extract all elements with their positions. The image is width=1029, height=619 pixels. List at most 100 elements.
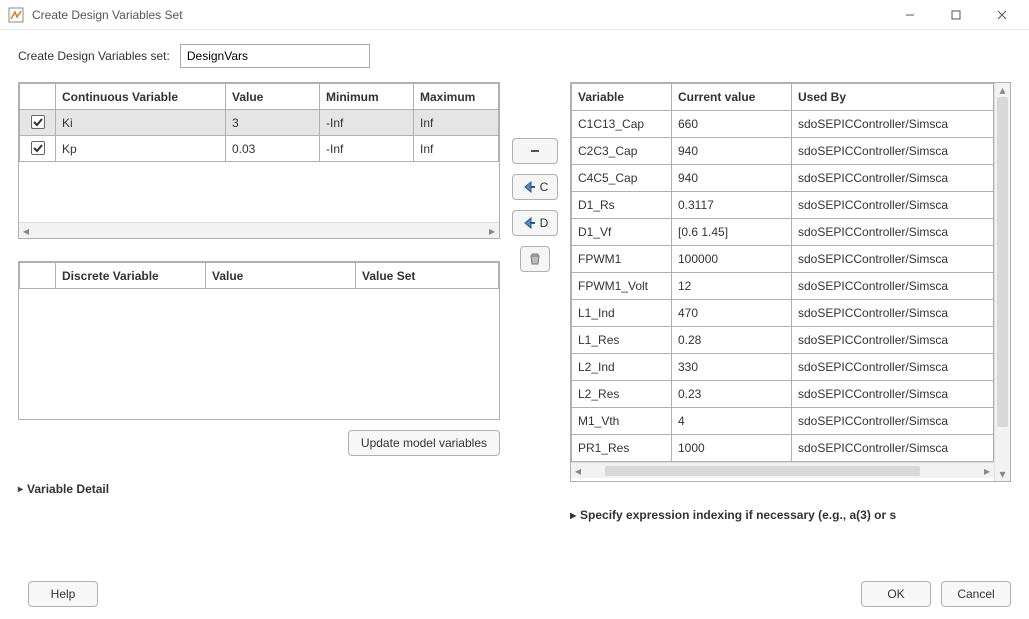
table-cell-name[interactable]: Kp — [56, 136, 226, 162]
col-check — [20, 84, 56, 110]
cont-hscroll[interactable]: ◂ ▸ — [19, 222, 499, 238]
col-continuous-variable: Continuous Variable — [56, 84, 226, 110]
table-cell-variable[interactable]: FPWM1_Volt — [572, 273, 672, 300]
table-cell-max[interactable]: Inf — [414, 136, 499, 162]
chevron-right-icon: ▸ — [18, 484, 23, 495]
chevron-right-icon[interactable]: ▸ — [485, 224, 499, 238]
table-cell-min[interactable]: -Inf — [320, 110, 414, 136]
add-continuous-button[interactable]: C — [512, 174, 558, 200]
add-discrete-button[interactable]: D — [512, 210, 558, 236]
table-cell-variable[interactable]: L1_Ind — [572, 300, 672, 327]
table-cell-min[interactable]: -Inf — [320, 136, 414, 162]
table-row[interactable]: L2_Ind 330 sdoSEPICController/Simsca — [572, 354, 994, 381]
table-cell-current-value[interactable]: 12 — [672, 273, 792, 300]
table-cell-current-value[interactable]: 4 — [672, 408, 792, 435]
table-row[interactable]: L1_Ind 470 sdoSEPICController/Simsca — [572, 300, 994, 327]
chevron-down-icon[interactable]: ▾ — [995, 467, 1010, 481]
table-row[interactable]: FPWM1_Volt 12 sdoSEPICController/Simsca — [572, 273, 994, 300]
update-model-variables-button[interactable]: Update model variables — [348, 430, 500, 456]
table-cell-variable[interactable]: C4C5_Cap — [572, 165, 672, 192]
table-cell-used-by[interactable]: sdoSEPICController/Simsca — [792, 219, 994, 246]
table-cell-variable[interactable]: C2C3_Cap — [572, 138, 672, 165]
col-used-by: Used By — [792, 84, 994, 111]
discrete-variable-table[interactable]: Discrete Variable Value Value Set — [18, 261, 500, 420]
table-cell-variable[interactable]: C1C13_Cap — [572, 111, 672, 138]
table-cell-variable[interactable]: L1_Res — [572, 327, 672, 354]
chevron-up-icon[interactable]: ▴ — [995, 83, 1010, 97]
table-cell-variable[interactable]: FPWM1 — [572, 246, 672, 273]
table-row[interactable]: C2C3_Cap 940 sdoSEPICController/Simsca — [572, 138, 994, 165]
table-cell-current-value[interactable]: 660 — [672, 111, 792, 138]
table-cell-variable[interactable]: L2_Ind — [572, 354, 672, 381]
table-row[interactable]: PR1_Res 1000 sdoSEPICController/Simsca — [572, 435, 994, 462]
table-row[interactable]: D1_Vf [0.6 1.45] sdoSEPICController/Sims… — [572, 219, 994, 246]
help-button[interactable]: Help — [28, 581, 98, 607]
table-cell-variable[interactable]: L2_Res — [572, 381, 672, 408]
table-cell-current-value[interactable]: [0.6 1.45] — [672, 219, 792, 246]
table-row[interactable]: L2_Res 0.23 sdoSEPICController/Simsca — [572, 381, 994, 408]
table-cell-current-value[interactable]: 470 — [672, 300, 792, 327]
table-cell-used-by[interactable]: sdoSEPICController/Simsca — [792, 273, 994, 300]
table-cell-max[interactable]: Inf — [414, 110, 499, 136]
model-variables-table[interactable]: Variable Current value Used By C1C13_Cap… — [570, 82, 1011, 482]
table-cell-used-by[interactable]: sdoSEPICController/Simsca — [792, 138, 994, 165]
variable-detail-label: Variable Detail — [27, 482, 109, 496]
table-cell-current-value[interactable]: 0.3117 — [672, 192, 792, 219]
var-hscroll[interactable]: ◂ ▸ — [571, 462, 994, 478]
add-c-label: C — [540, 180, 549, 194]
table-cell-used-by[interactable]: sdoSEPICController/Simsca — [792, 300, 994, 327]
variable-detail-expander[interactable]: ▸ Variable Detail — [18, 482, 500, 496]
continuous-variable-table[interactable]: Continuous Variable Value Minimum Maximu… — [18, 82, 500, 239]
chevron-right-icon[interactable]: ▸ — [980, 464, 994, 478]
add-d-label: D — [540, 216, 549, 230]
ok-button[interactable]: OK — [861, 581, 931, 607]
table-cell-used-by[interactable]: sdoSEPICController/Simsca — [792, 435, 994, 462]
table-row[interactable]: Ki 3 -Inf Inf — [20, 110, 499, 136]
table-cell-name[interactable]: Ki — [56, 110, 226, 136]
close-button[interactable] — [979, 0, 1025, 30]
table-row[interactable]: L1_Res 0.28 sdoSEPICController/Simsca — [572, 327, 994, 354]
table-cell-used-by[interactable]: sdoSEPICController/Simsca — [792, 327, 994, 354]
cancel-button[interactable]: Cancel — [941, 581, 1011, 607]
table-cell-used-by[interactable]: sdoSEPICController/Simsca — [792, 354, 994, 381]
expression-indexing-expander[interactable]: ▸ Specify expression indexing if necessa… — [570, 508, 1011, 522]
table-cell-value[interactable]: 3 — [226, 110, 320, 136]
table-cell-used-by[interactable]: sdoSEPICController/Simsca — [792, 111, 994, 138]
table-cell-variable[interactable]: M1_Vth — [572, 408, 672, 435]
table-row[interactable]: FPWM1 100000 sdoSEPICController/Simsca — [572, 246, 994, 273]
table-row[interactable]: M1_Vth 4 sdoSEPICController/Simsca — [572, 408, 994, 435]
col-maximum: Maximum — [414, 84, 499, 110]
table-cell-current-value[interactable]: 0.28 — [672, 327, 792, 354]
set-name-input[interactable] — [180, 44, 370, 68]
table-cell-current-value[interactable]: 100000 — [672, 246, 792, 273]
table-cell-current-value[interactable]: 330 — [672, 354, 792, 381]
remove-button[interactable] — [512, 138, 558, 164]
table-row-checkbox[interactable] — [20, 136, 56, 162]
chevron-left-icon[interactable]: ◂ — [19, 224, 33, 238]
maximize-button[interactable] — [933, 0, 979, 30]
table-cell-used-by[interactable]: sdoSEPICController/Simsca — [792, 381, 994, 408]
table-row-checkbox[interactable] — [20, 110, 56, 136]
table-row[interactable]: Kp 0.03 -Inf Inf — [20, 136, 499, 162]
arrow-left-icon — [522, 180, 536, 194]
table-cell-variable[interactable]: D1_Rs — [572, 192, 672, 219]
table-cell-used-by[interactable]: sdoSEPICController/Simsca — [792, 192, 994, 219]
table-row[interactable]: D1_Rs 0.3117 sdoSEPICController/Simsca — [572, 192, 994, 219]
table-cell-variable[interactable]: D1_Vf — [572, 219, 672, 246]
table-cell-current-value[interactable]: 1000 — [672, 435, 792, 462]
delete-button[interactable] — [520, 246, 550, 272]
chevron-left-icon[interactable]: ◂ — [571, 464, 585, 478]
minimize-button[interactable] — [887, 0, 933, 30]
table-cell-used-by[interactable]: sdoSEPICController/Simsca — [792, 408, 994, 435]
table-cell-used-by[interactable]: sdoSEPICController/Simsca — [792, 165, 994, 192]
table-cell-variable[interactable]: PR1_Res — [572, 435, 672, 462]
arrow-left-icon — [522, 216, 536, 230]
table-cell-current-value[interactable]: 940 — [672, 165, 792, 192]
table-cell-used-by[interactable]: sdoSEPICController/Simsca — [792, 246, 994, 273]
table-cell-value[interactable]: 0.03 — [226, 136, 320, 162]
var-vscroll[interactable]: ▴ ▾ — [994, 83, 1010, 481]
table-row[interactable]: C4C5_Cap 940 sdoSEPICController/Simsca — [572, 165, 994, 192]
table-cell-current-value[interactable]: 0.23 — [672, 381, 792, 408]
table-cell-current-value[interactable]: 940 — [672, 138, 792, 165]
table-row[interactable]: C1C13_Cap 660 sdoSEPICController/Simsca — [572, 111, 994, 138]
